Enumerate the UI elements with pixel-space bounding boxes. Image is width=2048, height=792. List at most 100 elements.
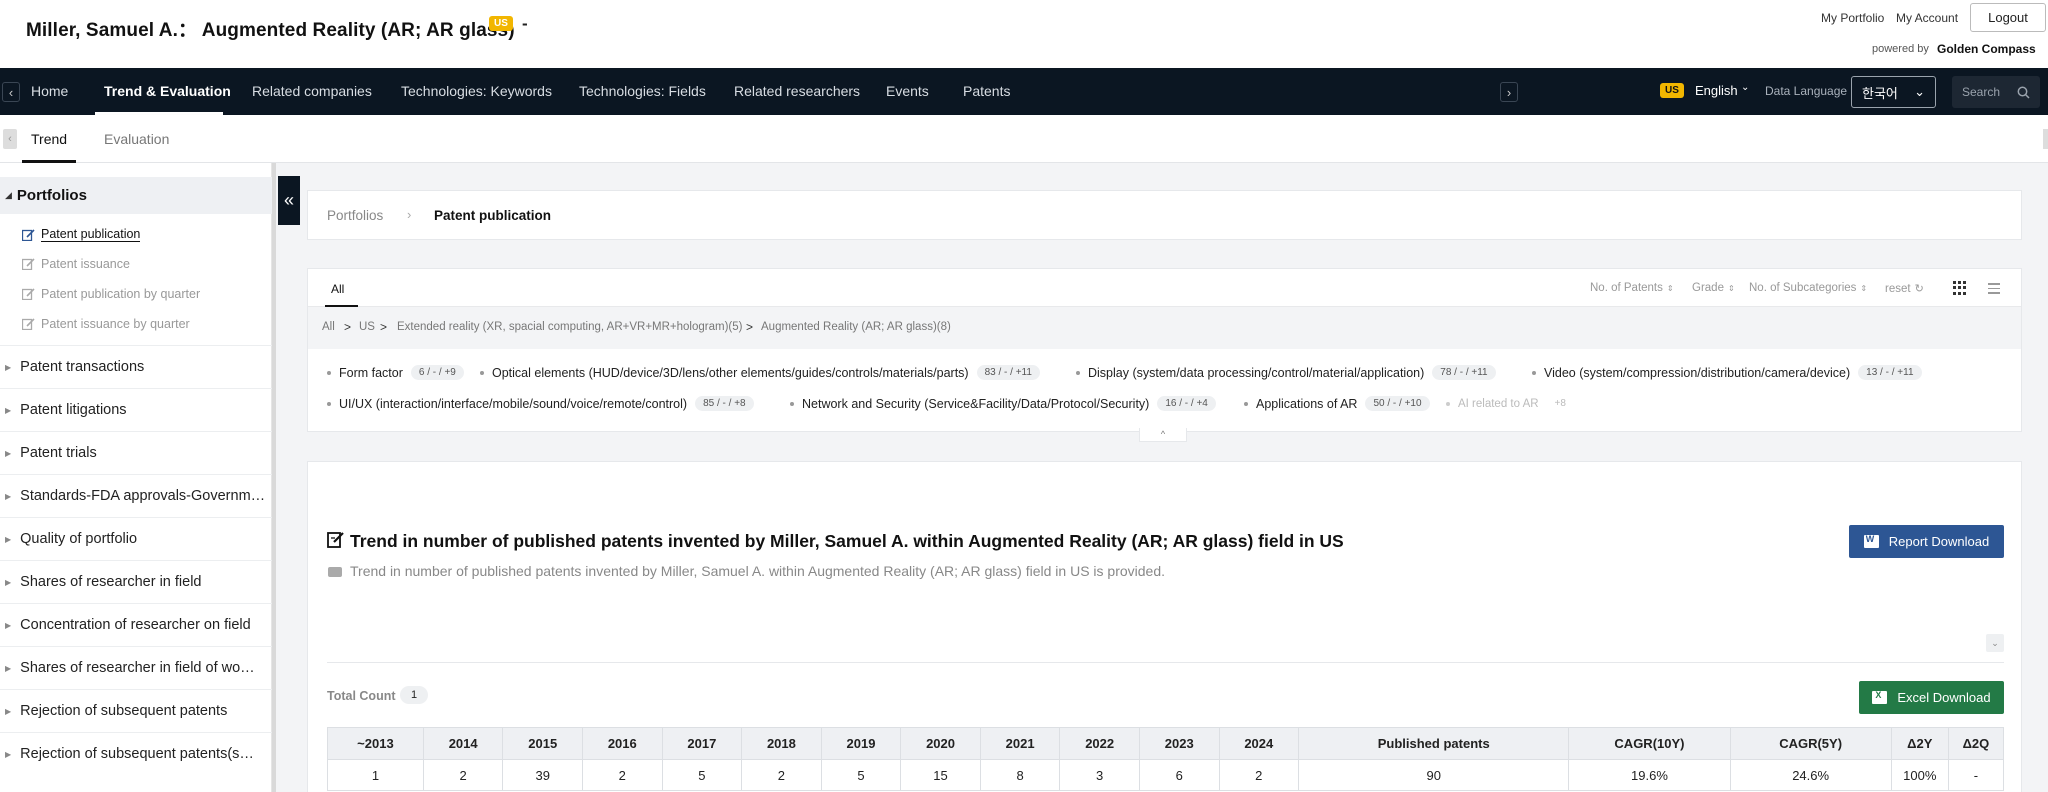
chip-count: 83 / - / +11 (976, 365, 1040, 380)
sidebar-item-patent-litigations[interactable]: ▶ Patent litigations (0, 388, 272, 431)
subtab-next-arrow-icon[interactable] (2043, 129, 2048, 149)
breadcrumb-portfolios[interactable]: Portfolios (327, 208, 383, 223)
col-header: 2021 (979, 727, 1061, 760)
col-header: 2018 (741, 727, 822, 760)
sort-no-of-subcategories[interactable]: No. of Subcategories ⇕ (1749, 282, 1867, 294)
sidebar-item-patent-trials[interactable]: ▶ Patent trials (0, 431, 272, 474)
triangle-right-icon: ▶ (5, 491, 12, 501)
collapse-sidebar-icon[interactable]: « (278, 176, 300, 225)
chip-ai-related-to-ar[interactable]: AI related to AR +8 (1446, 396, 1574, 411)
sidebar-item-quality-of-portfolio[interactable]: ▶ Quality of portfolio (0, 517, 272, 560)
chevron-right-icon: › (407, 207, 412, 222)
sidebar-item-patent-transactions[interactable]: ▶ Patent transactions (0, 345, 272, 388)
sidebar-item-rejection-subsequent[interactable]: ▶ Rejection of subsequent patents (0, 689, 272, 732)
tab-trend[interactable]: Trend (31, 131, 67, 147)
nav-next-arrow-icon[interactable]: › (1500, 82, 1518, 102)
col-header: 2019 (820, 727, 902, 760)
sort-no-of-patents[interactable]: No. of Patents ⇕ (1590, 282, 1674, 294)
path-extended-reality[interactable]: Extended reality (XR, spacial computing,… (397, 321, 742, 333)
nav-item-tech-fields[interactable]: Technologies: Fields (579, 83, 706, 99)
nav-item-related-researchers[interactable]: Related researchers (734, 83, 860, 99)
language-selector[interactable]: English (1695, 83, 1738, 98)
nav-item-related-companies[interactable]: Related companies (252, 83, 372, 99)
col-header: Δ2Y (1890, 727, 1949, 760)
chip-display[interactable]: Display (system/data processing/control/… (1076, 365, 1496, 380)
my-account-link[interactable]: My Account (1896, 11, 1958, 25)
nav-item-home[interactable]: Home (31, 83, 68, 99)
excel-download-button[interactable]: Excel Download (1859, 681, 2004, 714)
filter-tab-all[interactable]: All (331, 282, 344, 296)
breadcrumb-current: Patent publication (434, 208, 552, 223)
nav-item-tech-keywords[interactable]: Technologies: Keywords (401, 83, 552, 99)
my-portfolio-link[interactable]: My Portfolio (1821, 11, 1884, 25)
col-header: 2014 (422, 727, 504, 760)
sidebar-item-standards[interactable]: ▶ Standards-FDA approvals-Governm… (0, 474, 272, 517)
sidebar-item-shares-in-field-of-work[interactable]: ▶ Shares of researcher in field of wo… (0, 646, 272, 689)
list-view-icon[interactable] (1984, 281, 2000, 295)
tag-icon (328, 567, 342, 577)
triangle-right-icon: ▶ (5, 706, 12, 716)
button-label: Report Download (1888, 534, 1990, 549)
chip-optical-elements[interactable]: Optical elements (HUD/device/3D/lens/oth… (480, 365, 1040, 380)
sidebar-item-rejection-subsequent-s[interactable]: ▶ Rejection of subsequent patents(s… (0, 732, 272, 775)
path-us[interactable]: US (359, 321, 375, 333)
sidebar-section-portfolios[interactable]: ◢ Portfolios (0, 177, 272, 214)
table-header-row: ~2013 2014 2015 2016 2017 2018 2019 2020… (327, 727, 2005, 760)
search-icon[interactable] (2017, 86, 2030, 99)
path-separator: > (746, 320, 754, 334)
table-cell: 100% (1890, 759, 1949, 791)
nav-item-trend-evaluation[interactable]: Trend & Evaluation (104, 83, 231, 99)
report-download-button[interactable]: Report Download (1849, 525, 2004, 558)
bullet (1076, 370, 1080, 375)
subtab-prev-arrow-icon[interactable]: ‹ (3, 129, 17, 149)
triangle-right-icon: ▶ (5, 534, 12, 544)
chip-network-security[interactable]: Network and Security (Service&Facility/D… (790, 396, 1216, 411)
fold-filter-icon[interactable]: ^ (1139, 428, 1187, 442)
data-language-select[interactable]: 한국어 ⌄ (1851, 76, 1936, 108)
sidebar-item-issuance-by-quarter[interactable]: Patent issuance by quarter (22, 317, 190, 331)
brand-logo: Golden Compass (1937, 42, 2036, 56)
search-input[interactable]: Search (1952, 76, 2040, 108)
chevron-down-icon[interactable]: ⌄ (1741, 82, 1749, 93)
reset-button[interactable]: reset ↻ (1885, 282, 1924, 295)
chip-ui-ux[interactable]: UI/UX (interaction/interface/mobile/soun… (327, 396, 754, 411)
chip-label: Display (system/data processing/control/… (1088, 365, 1425, 380)
chip-form-factor[interactable]: Form factor 6 / - / +9 (327, 365, 464, 380)
chip-count: +8 (1554, 398, 1566, 409)
chip-count: 6 / - / +9 (410, 365, 464, 380)
chip-video[interactable]: Video (system/compression/distribution/c… (1532, 365, 1922, 380)
logout-button[interactable]: Logout (1970, 3, 2046, 32)
nav-item-events[interactable]: Events (886, 83, 929, 99)
sidebar-item-label: Shares of researcher in field of wo… (20, 660, 255, 676)
table-cell: 8 (979, 759, 1061, 791)
word-doc-icon (1863, 534, 1879, 548)
sidebar-item-patent-issuance[interactable]: Patent issuance (22, 257, 130, 271)
nav-item-patents[interactable]: Patents (963, 83, 1010, 99)
triangle-right-icon: ▶ (5, 577, 12, 587)
sidebar-item-patent-publication[interactable]: Patent publication (22, 227, 141, 242)
sort-grade[interactable]: Grade ⇕ (1692, 282, 1735, 294)
chevron-down-icon[interactable]: ⌄ (1986, 634, 2004, 652)
triangle-right-icon: ▶ (5, 405, 12, 415)
top-header: Miller, Samuel A.： Augmented Reality (AR… (0, 0, 2048, 68)
triangle-right-icon: ▶ (5, 749, 12, 759)
sidebar-item-concentration[interactable]: ▶ Concentration of researcher on field (0, 603, 272, 646)
grid-view-icon[interactable] (1953, 281, 1967, 295)
trend-content-panel: Trend in number of published patents inv… (307, 461, 2022, 792)
table-cell: 2 (422, 759, 504, 791)
col-header: 2023 (1138, 727, 1220, 760)
chip-label: Optical elements (HUD/device/3D/lens/oth… (492, 365, 969, 380)
sidebar-item-shares-in-field[interactable]: ▶ Shares of researcher in field (0, 560, 272, 603)
section-description: Trend in number of published patents inv… (350, 563, 1166, 579)
tab-evaluation[interactable]: Evaluation (104, 131, 169, 147)
path-all[interactable]: All (322, 321, 335, 333)
edit-doc-icon (327, 532, 344, 548)
sort-updown-icon: ⇕ (1666, 284, 1674, 293)
sort-label: Grade (1692, 282, 1724, 294)
nav-prev-arrow-icon[interactable]: ‹ (2, 82, 20, 102)
sidebar-item-publication-by-quarter[interactable]: Patent publication by quarter (22, 287, 200, 301)
table-cell: 39 (502, 759, 583, 791)
path-augmented-reality[interactable]: Augmented Reality (AR; AR glass)(8) (761, 321, 951, 333)
triangle-right-icon: ▶ (5, 620, 12, 630)
chip-applications-of-ar[interactable]: Applications of AR 50 / - / +10 (1244, 396, 1430, 411)
